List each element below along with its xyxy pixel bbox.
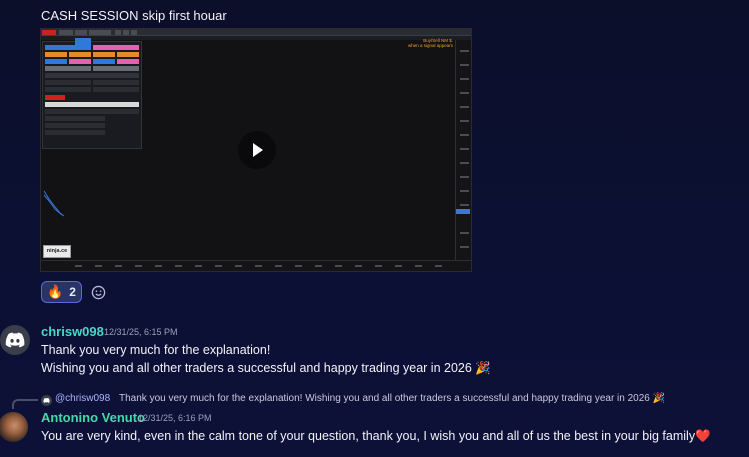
username[interactable]: chrisw098 [41, 324, 104, 339]
reply-preview-text[interactable]: Thank you very much for the explanation!… [119, 393, 665, 404]
reaction-fire[interactable]: 🔥 2 [41, 281, 82, 303]
message-timestamp: 12/31/25, 6:16 PM [138, 413, 212, 423]
video-toolbar [41, 29, 471, 36]
time-axis [41, 260, 471, 271]
discord-icon [5, 332, 25, 348]
message-line: You are very kind, even in the calm tone… [41, 429, 711, 443]
signal-text: Buy/Sell NM $. when a signal appears [407, 38, 453, 48]
fire-emoji: 🔥 [47, 284, 64, 299]
price-axis [455, 40, 471, 262]
message-text: CASH SESSION skip first houar [41, 8, 227, 23]
price-line [43, 190, 65, 217]
avatar[interactable] [0, 325, 30, 355]
chart-blue-button [75, 38, 91, 46]
reply-avatar [41, 395, 52, 406]
video-embed[interactable]: Buy/Sell NM $. when a signal appears nin… [40, 28, 472, 272]
username[interactable]: Antonino Venuto [41, 410, 145, 425]
ninja-logo: ninja.ce [43, 245, 71, 258]
add-reaction-icon [91, 285, 105, 300]
price-tag [456, 209, 470, 214]
reply-connector [12, 399, 38, 409]
message-line: Wishing you and all other traders a succ… [41, 361, 491, 375]
message-line: Thank you very much for the explanation! [41, 343, 271, 357]
discord-icon [43, 398, 50, 403]
play-button[interactable] [238, 131, 276, 169]
message-timestamp: 12/31/25, 6:15 PM [104, 327, 178, 337]
avatar[interactable] [0, 412, 28, 442]
play-icon [253, 143, 263, 157]
add-reaction-button[interactable] [88, 283, 108, 302]
reaction-count: 2 [69, 285, 76, 299]
reply-mention[interactable]: @chrisw098 [55, 393, 110, 404]
trading-panel [42, 41, 142, 149]
video-subbar [41, 36, 471, 40]
